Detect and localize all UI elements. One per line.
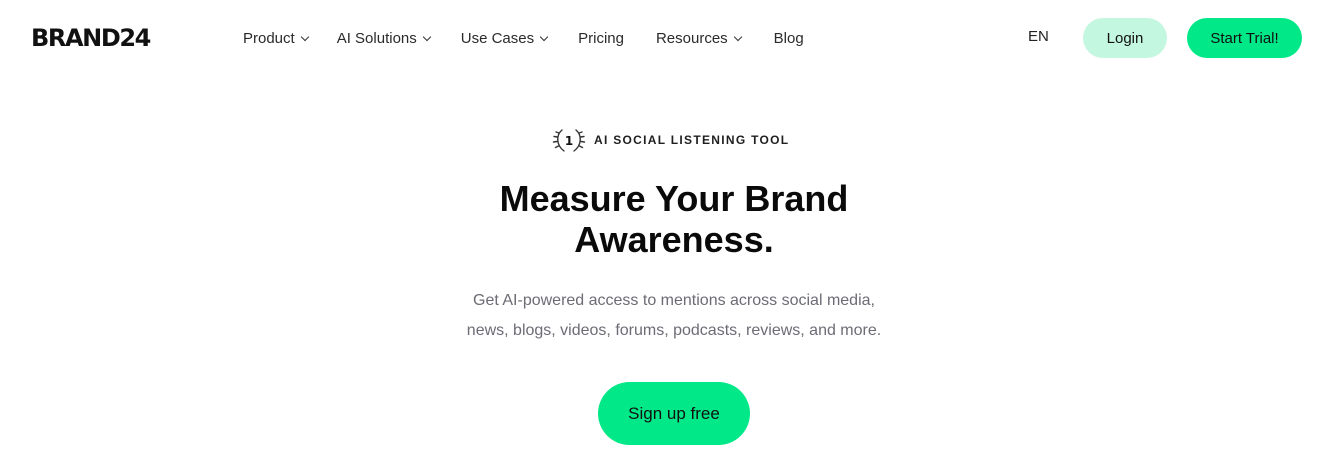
- nav-item-label: AI Solutions: [336, 30, 417, 47]
- hero-subtitle: Get AI-powered access to mentions across…: [418, 286, 930, 346]
- brand-logo[interactable]: BRAND24: [31, 24, 151, 52]
- language-selector[interactable]: EN: [1028, 27, 1049, 47]
- chevron-down-icon: [539, 32, 549, 42]
- hero-title-line: Awareness.: [574, 219, 774, 260]
- site-header: BRAND24 Product AI Solutions Use Cases P…: [0, 0, 1336, 78]
- nav-item-use-cases[interactable]: Use Cases: [460, 28, 549, 50]
- nav-item-label: Resources: [655, 30, 728, 47]
- chevron-down-icon: [300, 32, 309, 42]
- nav-item-label: Pricing: [578, 30, 624, 47]
- nav-item-blog[interactable]: Blog: [774, 28, 804, 50]
- nav-item-label: Blog: [773, 30, 804, 47]
- nav-item-pricing[interactable]: Pricing: [578, 28, 624, 50]
- nav-item-label: Product: [243, 30, 295, 47]
- award-badge: 1 AI SOCIAL LISTENING TOOL: [552, 127, 789, 153]
- nav-item-label: Use Cases: [460, 30, 535, 47]
- laurel-wreath-icon: 1: [552, 129, 586, 152]
- chevron-down-icon: [422, 32, 431, 42]
- main-nav: Product AI Solutions Use Cases Pricing R…: [243, 28, 804, 50]
- badge-number: 1: [565, 134, 573, 148]
- chevron-down-icon: [733, 32, 742, 42]
- nav-item-resources[interactable]: Resources: [655, 28, 742, 50]
- badge-text: AI SOCIAL LISTENING TOOL: [594, 133, 790, 147]
- nav-item-ai-solutions[interactable]: AI Solutions: [336, 28, 431, 50]
- hero-subtitle-line: Get AI-powered access to mentions across…: [473, 292, 875, 309]
- nav-item-product[interactable]: Product: [243, 28, 309, 50]
- sign-up-button[interactable]: Sign up free: [598, 382, 750, 445]
- hero-title: Measure Your Brand Awareness.: [418, 178, 930, 260]
- login-button[interactable]: Login: [1083, 18, 1167, 58]
- hero-subtitle-line: news, blogs, videos, forums, podcasts, r…: [466, 322, 882, 339]
- hero-title-line: Measure Your Brand: [499, 178, 849, 219]
- start-trial-button[interactable]: Start Trial!: [1187, 18, 1302, 58]
